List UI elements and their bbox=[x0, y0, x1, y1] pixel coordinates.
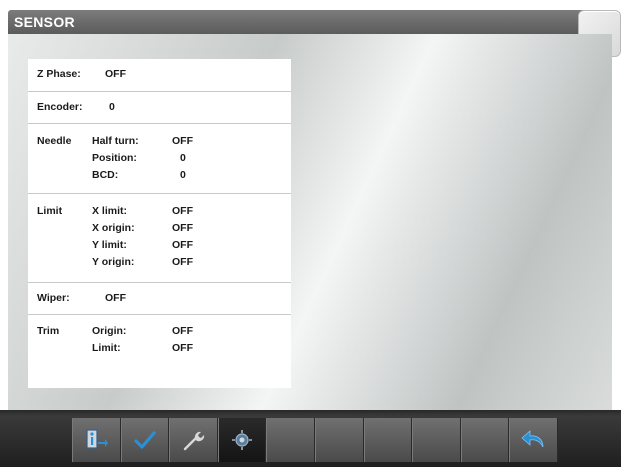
toolbar-slot-9[interactable] bbox=[460, 418, 510, 462]
limit-row: Limit X limit: OFF X origin: OFF Y limit… bbox=[28, 194, 291, 283]
trim-row: Trim Origin: OFF Limit: OFF bbox=[28, 315, 291, 388]
wiper-label: Wiper: bbox=[37, 292, 70, 304]
x-limit-label: X limit: bbox=[92, 205, 128, 217]
info-exit-icon bbox=[86, 429, 109, 449]
content-area: Z Phase: OFF Encoder: 0 Needle Half turn… bbox=[8, 34, 612, 410]
x-limit-value: OFF bbox=[172, 205, 193, 217]
needle-bcd-value: 0 bbox=[180, 169, 186, 181]
y-origin-label: Y origin: bbox=[92, 256, 135, 268]
trim-limit-value: OFF bbox=[172, 342, 193, 354]
y-limit-value: OFF bbox=[172, 239, 193, 251]
checkmark-icon bbox=[134, 431, 156, 449]
trim-label: Trim bbox=[37, 325, 60, 337]
needle-position-value: 0 bbox=[180, 152, 186, 164]
needle-bcd-label: BCD: bbox=[92, 169, 119, 181]
x-origin-value: OFF bbox=[172, 222, 193, 234]
y-origin-value: OFF bbox=[172, 256, 193, 268]
info-exit-button[interactable] bbox=[72, 418, 121, 462]
z-phase-row: Z Phase: OFF bbox=[28, 59, 291, 92]
title-bar: SENSOR bbox=[8, 10, 612, 34]
needle-row: Needle Half turn: OFF Position: 0 BCD: 0 bbox=[28, 124, 291, 194]
confirm-button[interactable] bbox=[120, 418, 170, 462]
limit-label: Limit bbox=[37, 205, 63, 217]
wiper-row: Wiper: OFF bbox=[28, 283, 291, 315]
sensor-screen: SENSOR Z Phase: OFF Encoder: 0 Needle Ha… bbox=[0, 0, 621, 467]
trim-origin-value: OFF bbox=[172, 325, 193, 337]
z-phase-value: OFF bbox=[105, 68, 126, 80]
trim-limit-label: Limit: bbox=[92, 342, 121, 354]
toolbar bbox=[72, 418, 558, 462]
needle-label: Needle bbox=[37, 135, 72, 147]
wrench-icon bbox=[184, 431, 205, 451]
encoder-label: Encoder: bbox=[37, 101, 83, 113]
sensor-button[interactable] bbox=[217, 418, 267, 462]
window-title: SENSOR bbox=[14, 14, 75, 30]
x-origin-label: X origin: bbox=[92, 222, 135, 234]
sensor-icon bbox=[232, 430, 253, 450]
toolbar-slot-7[interactable] bbox=[363, 418, 413, 462]
toolbar-slot-6[interactable] bbox=[314, 418, 364, 462]
encoder-value: 0 bbox=[109, 101, 115, 113]
settings-button[interactable] bbox=[169, 418, 218, 462]
trim-origin-label: Origin: bbox=[92, 325, 127, 337]
wiper-value: OFF bbox=[105, 292, 126, 304]
y-limit-label: Y limit: bbox=[92, 239, 127, 251]
encoder-row: Encoder: 0 bbox=[28, 92, 291, 124]
z-phase-label: Z Phase: bbox=[37, 68, 81, 80]
needle-half-turn-label: Half turn: bbox=[92, 135, 139, 147]
back-arrow-icon bbox=[521, 430, 544, 448]
sensor-panel: Z Phase: OFF Encoder: 0 Needle Half turn… bbox=[28, 59, 291, 388]
bottom-bar-shadow bbox=[0, 410, 621, 416]
back-button[interactable] bbox=[509, 418, 558, 462]
toolbar-slot-8[interactable] bbox=[412, 418, 461, 462]
needle-position-label: Position: bbox=[92, 152, 137, 164]
needle-half-turn-value: OFF bbox=[172, 135, 193, 147]
toolbar-slot-5[interactable] bbox=[266, 418, 315, 462]
